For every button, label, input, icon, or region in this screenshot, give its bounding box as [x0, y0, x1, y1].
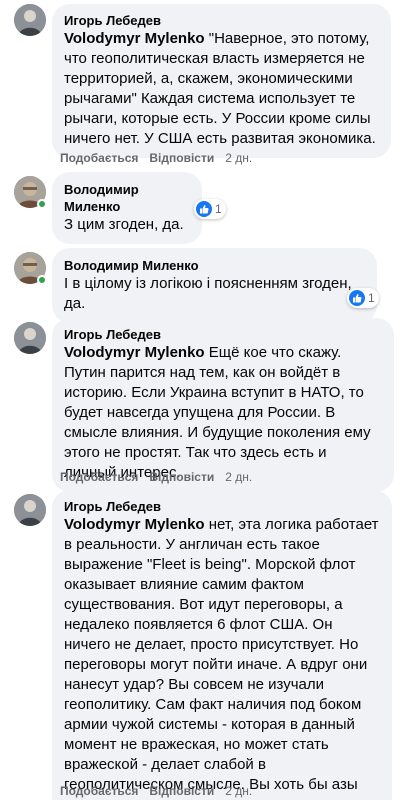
comment-text: Volodymyr Mylenko Ещё кое что скажу. Пут… — [64, 343, 382, 483]
avatar[interactable] — [14, 4, 46, 36]
comment-bubble: Володимир Миленко І в цілому із логікою … — [52, 248, 377, 323]
avatar-photo-icon — [14, 4, 46, 36]
reaction-count: 1 — [215, 202, 222, 216]
mention-link[interactable]: Volodymyr Mylenko — [64, 30, 205, 47]
like-button[interactable]: Подобається — [60, 783, 138, 799]
comment-bubble: Игорь Лебедев Volodymyr Mylenko Ещё кое … — [52, 318, 394, 492]
comment-author[interactable]: Володимир Миленко — [64, 181, 190, 215]
comment-bubble: Володимир Миленко З цим згоден, да. — [52, 172, 202, 244]
avatar[interactable] — [14, 322, 46, 354]
comment-actions: Подобається Відповісти 2 дн. — [60, 469, 252, 485]
comment-author[interactable]: Игорь Лебедев — [64, 498, 380, 515]
mention-link[interactable]: Volodymyr Mylenko — [64, 516, 205, 533]
comment-author[interactable]: Володимир Миленко — [64, 257, 365, 274]
avatar-photo-icon — [14, 322, 46, 354]
like-button[interactable]: Подобається — [60, 469, 138, 485]
comment-bubble: Игорь Лебедев Volodymyr Mylenko нет, эта… — [52, 490, 392, 800]
comment-text: Volodymyr Mylenko нет, эта логика работа… — [64, 515, 380, 800]
comment-timestamp[interactable]: 2 дн. — [225, 150, 252, 166]
comment-text: З цим згоден, да. — [64, 216, 184, 233]
comment-timestamp[interactable]: 2 дн. — [225, 783, 252, 799]
comment-bubble: Игорь Лебедев Volodymyr Mylenko "Наверно… — [52, 4, 391, 158]
reaction-count: 1 — [368, 291, 375, 305]
comment-timestamp[interactable]: 2 дн. — [225, 469, 252, 485]
thumbs-up-icon — [349, 290, 365, 306]
comment-author[interactable]: Игорь Лебедев — [64, 326, 382, 343]
online-status-icon — [37, 275, 47, 285]
avatar[interactable] — [14, 494, 46, 526]
reaction-summary[interactable]: 1 — [194, 199, 226, 219]
comment-author[interactable]: Игорь Лебедев — [64, 12, 379, 29]
comment-body: нет, эта логика работает в реальности. У… — [64, 516, 379, 800]
comment-text: І в цілому із логікою і поясненням згоде… — [64, 275, 352, 312]
reaction-summary[interactable]: 1 — [347, 288, 379, 308]
thumbs-up-icon — [196, 201, 212, 217]
mention-link[interactable]: Volodymyr Mylenko — [64, 344, 205, 361]
comment-body: Ещё кое что скажу. Путин парится над тем… — [64, 344, 371, 481]
comment-actions: Подобається Відповісти 2 дн. — [60, 783, 252, 799]
reply-button[interactable]: Відповісти — [149, 783, 214, 799]
comment-body: "Наверное, это потому, что геополитическ… — [64, 30, 376, 147]
avatar-photo-icon — [14, 494, 46, 526]
like-button[interactable]: Подобається — [60, 150, 138, 166]
comment-text: Volodymyr Mylenko "Наверное, это потому,… — [64, 29, 379, 149]
reply-button[interactable]: Відповісти — [149, 469, 214, 485]
reply-button[interactable]: Відповісти — [149, 150, 214, 166]
comment-actions: Подобається Відповісти 2 дн. — [60, 150, 252, 166]
online-status-icon — [37, 199, 47, 209]
